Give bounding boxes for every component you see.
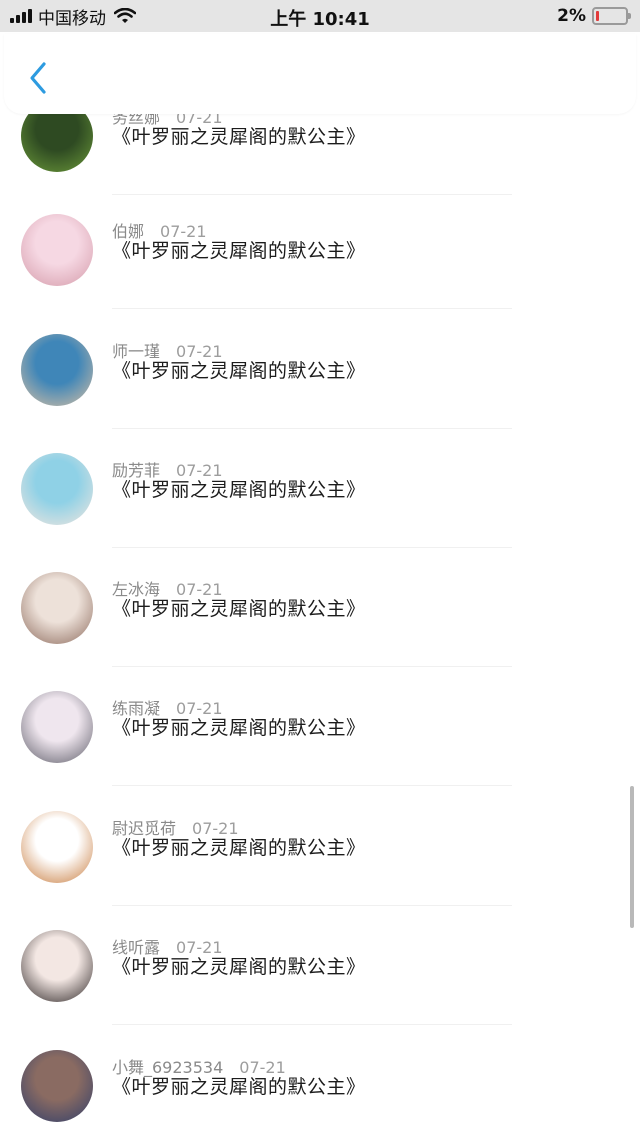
avatar [21, 334, 93, 406]
list-item[interactable]: 师一瑾 07-21 《叶罗丽之灵犀阁的默公主》 [0, 310, 640, 429]
book-title: 《叶罗丽之灵犀阁的默公主》 [112, 956, 366, 978]
list-item[interactable]: 励芳菲 07-21 《叶罗丽之灵犀阁的默公主》 [0, 429, 640, 548]
book-title: 《叶罗丽之灵犀阁的默公主》 [112, 479, 366, 501]
nav-bar [4, 34, 636, 114]
divider [112, 785, 512, 786]
list-item[interactable]: 伯娜 07-21 《叶罗丽之灵犀阁的默公主》 [0, 190, 640, 309]
avatar [21, 811, 93, 883]
status-bar: 中国移动 上午 10:41 2% [0, 0, 640, 32]
list-item[interactable]: 尉迟觅荷 07-21 《叶罗丽之灵犀阁的默公主》 [0, 787, 640, 906]
list-item[interactable]: 小舞_6923534 07-21 《叶罗丽之灵犀阁的默公主》 [0, 1026, 640, 1139]
avatar [21, 572, 93, 644]
book-title: 《叶罗丽之灵犀阁的默公主》 [112, 837, 366, 859]
battery-icon [592, 7, 631, 25]
avatar [21, 930, 93, 1002]
book-title: 《叶罗丽之灵犀阁的默公主》 [112, 126, 366, 148]
scrollbar[interactable] [630, 786, 634, 928]
clock: 上午 10:41 [270, 9, 370, 30]
list-item[interactable]: 练雨凝 07-21 《叶罗丽之灵犀阁的默公主》 [0, 667, 640, 786]
battery-percent: 2% [557, 6, 586, 26]
book-list[interactable]: 务丝娜 07-21 《叶罗丽之灵犀阁的默公主》 伯娜 07-21 《叶罗丽之灵犀阁的… [0, 0, 640, 1139]
book-title: 《叶罗丽之灵犀阁的默公主》 [112, 717, 366, 739]
book-title: 《叶罗丽之灵犀阁的默公主》 [112, 598, 366, 620]
book-title: 《叶罗丽之灵犀阁的默公主》 [112, 240, 366, 262]
list-item[interactable]: 左冰海 07-21 《叶罗丽之灵犀阁的默公主》 [0, 548, 640, 667]
divider [112, 308, 512, 309]
avatar [21, 453, 93, 525]
book-title: 《叶罗丽之灵犀阁的默公主》 [112, 1076, 366, 1098]
avatar [21, 214, 93, 286]
back-button[interactable] [22, 60, 52, 96]
avatar [21, 691, 93, 763]
list-item[interactable]: 线听露 07-21 《叶罗丽之灵犀阁的默公主》 [0, 906, 640, 1025]
divider [112, 1024, 512, 1025]
chevron-left-icon [30, 62, 46, 94]
avatar [21, 1050, 93, 1122]
book-title: 《叶罗丽之灵犀阁的默公主》 [112, 360, 366, 382]
